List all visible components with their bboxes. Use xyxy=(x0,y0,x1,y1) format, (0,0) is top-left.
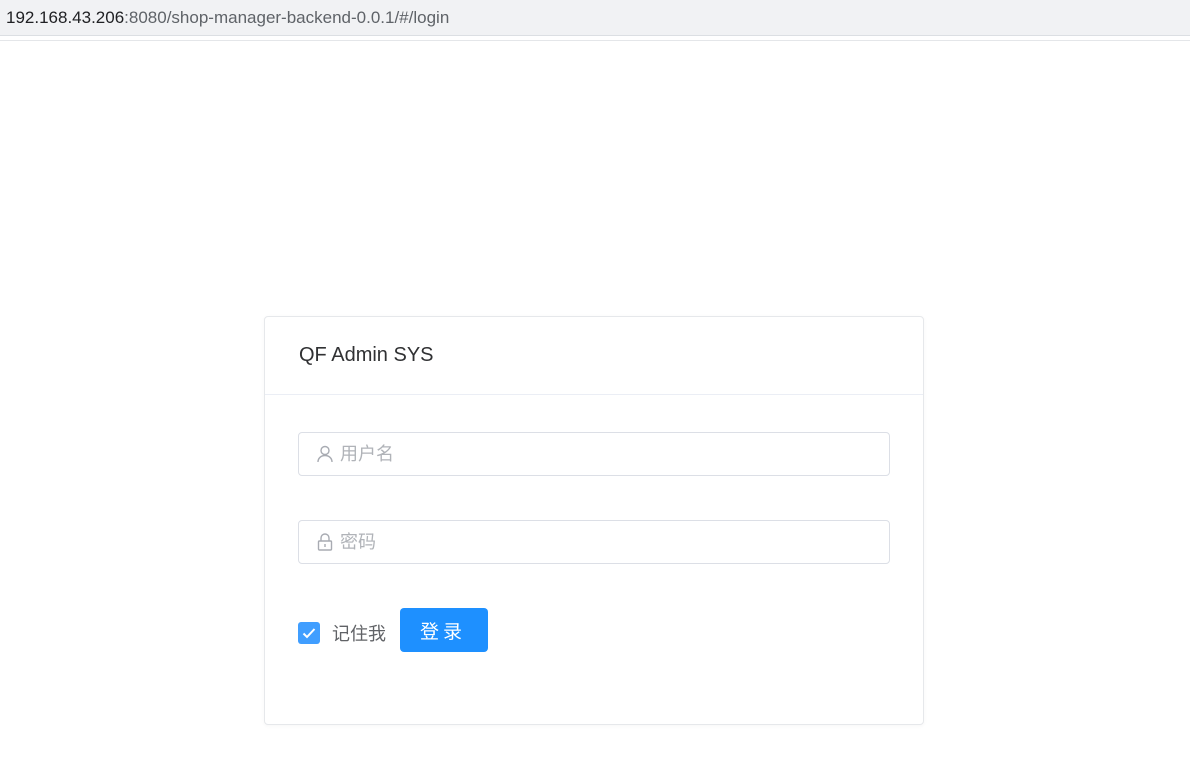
login-button[interactable]: 登录 xyxy=(400,608,488,652)
remember-me-label: 记住我 xyxy=(332,624,386,645)
address-bar-divider xyxy=(0,40,1190,41)
remember-me-checkbox[interactable]: 记住我 xyxy=(298,620,386,646)
user-icon xyxy=(316,445,334,463)
password-input[interactable] xyxy=(340,521,889,563)
password-field[interactable] xyxy=(298,520,890,564)
url-path: :8080/shop-manager-backend-0.0.1/#/login xyxy=(124,7,450,27)
username-field[interactable] xyxy=(298,432,890,476)
url-host: 192.168.43.206 xyxy=(6,7,125,27)
lock-icon xyxy=(316,533,334,551)
address-bar[interactable]: 192.168.43.206:8080/shop-manager-backend… xyxy=(0,0,1190,36)
checkbox-checked-icon[interactable] xyxy=(298,622,320,644)
login-card: QF Admin SYS 记住我 登录 xyxy=(264,316,924,725)
login-card-title: QF Admin SYS xyxy=(265,317,923,395)
username-input[interactable] xyxy=(340,433,889,475)
